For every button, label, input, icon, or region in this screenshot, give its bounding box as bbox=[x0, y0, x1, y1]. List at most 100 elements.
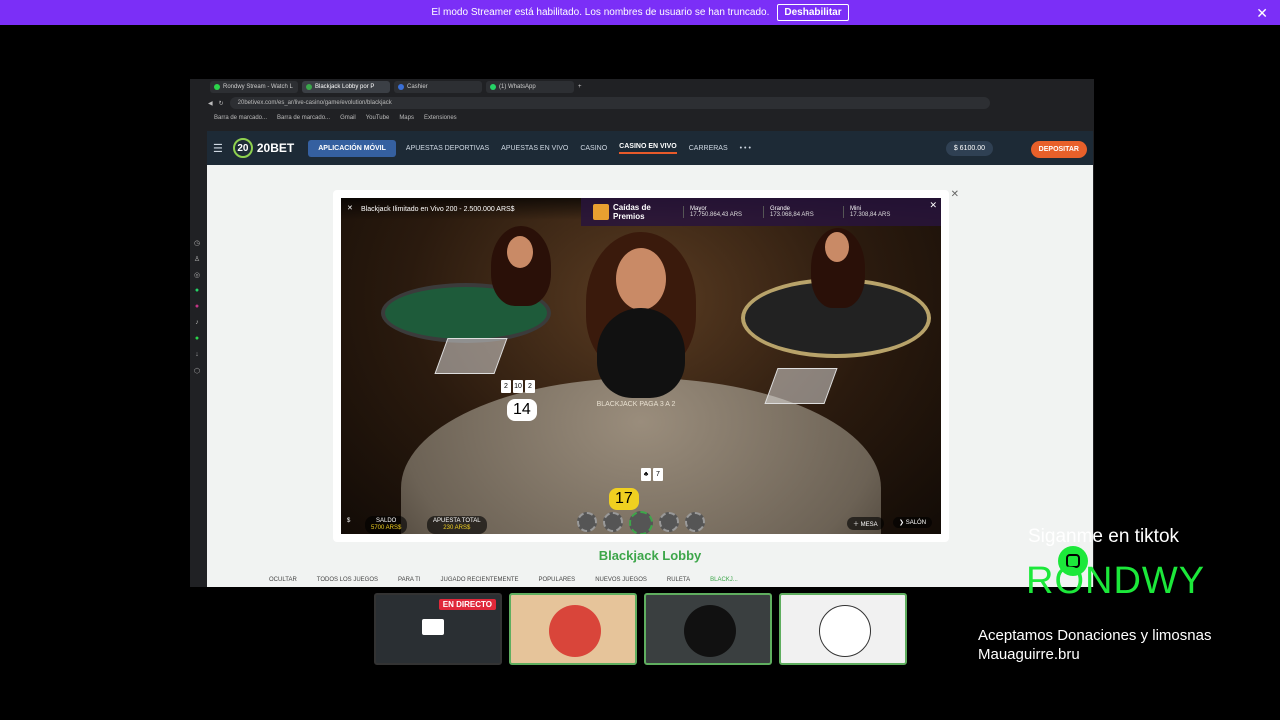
tab-for-you[interactable]: PARA TI bbox=[398, 577, 420, 583]
sidebar-icon[interactable]: ♙ bbox=[190, 255, 204, 271]
tab-cashier[interactable]: Cashier bbox=[394, 81, 482, 93]
menu-icon[interactable]: ☰ bbox=[213, 142, 223, 155]
chip-icon[interactable] bbox=[577, 512, 597, 532]
disable-streamer-button[interactable]: Deshabilitar bbox=[777, 4, 849, 21]
whatsapp-icon[interactable]: ● bbox=[190, 287, 204, 303]
site-icon bbox=[306, 84, 312, 90]
prize-drops-panel: Caídas de Premios Mayor 17.750.864,43 ARS… bbox=[581, 198, 941, 226]
dollar-icon[interactable]: $ bbox=[347, 518, 350, 524]
address-bar-row: ◀ ↻ 20betivex.com/es_ar/live-casino/game… bbox=[190, 95, 1094, 111]
thumbnail-avatar[interactable] bbox=[644, 593, 772, 665]
browser-window: Rondwy Stream - Watch L Blackjack Lobby … bbox=[190, 79, 1094, 587]
gift-icon bbox=[593, 204, 609, 220]
deposit-button[interactable]: DEPOSITAR bbox=[1030, 141, 1087, 158]
sidebar-icon[interactable]: ◷ bbox=[190, 239, 204, 255]
playing-card: 2 bbox=[525, 380, 535, 393]
lobby-filter-tabs: OCULTAR TODOS LOS JUEGOS PARA TI JUGADO … bbox=[269, 577, 1069, 583]
donation-text: Aceptamos Donaciones y limosnas Mauaguir… bbox=[978, 626, 1211, 664]
reload-icon[interactable]: ↻ bbox=[219, 100, 224, 107]
bookmark-item[interactable]: Barra de marcado... bbox=[214, 115, 267, 121]
dealer-score: 17 bbox=[609, 488, 639, 510]
close-game-icon[interactable]: ✕ bbox=[951, 189, 959, 200]
tab-recently-played[interactable]: JUGADO RECIENTEMENTE bbox=[440, 577, 518, 583]
more-menu[interactable]: • • • bbox=[740, 145, 751, 152]
bookmark-youtube[interactable]: YouTube bbox=[366, 115, 390, 121]
tab-blackjack-lobby[interactable]: Blackjack Lobby por P bbox=[302, 81, 390, 93]
chip-icon[interactable] bbox=[685, 512, 705, 532]
lobby-title: Blackjack Lobby bbox=[598, 548, 702, 563]
thumbnail-avatar[interactable] bbox=[509, 593, 637, 665]
sidebar-icon[interactable]: ⬡ bbox=[190, 367, 204, 383]
bookmarks-bar: Barra de marcado... Barra de marcado... … bbox=[190, 111, 1094, 125]
dealer-dress bbox=[597, 308, 685, 398]
sidebar-icon[interactable]: ● bbox=[190, 335, 204, 351]
tab-new-games[interactable]: NUEVOS JUEGOS bbox=[595, 577, 647, 583]
banner-message: El modo Streamer está habilitado. Los no… bbox=[431, 7, 770, 18]
dealer-face bbox=[825, 232, 849, 262]
game-bottom-bar: $ SALDO 5700 ARS$ APUESTA TOTAL 230 ARS$ ＋… bbox=[341, 511, 941, 534]
tab-rondwy-stream[interactable]: Rondwy Stream - Watch L bbox=[210, 81, 298, 93]
playing-card: ♣ bbox=[641, 468, 651, 481]
back-icon[interactable]: ◀ bbox=[208, 100, 213, 107]
chip-icon[interactable] bbox=[629, 511, 653, 534]
game-title: Blackjack Ilimitado en Vivo 200 - 2.500.… bbox=[361, 205, 515, 213]
chip-icon[interactable] bbox=[603, 512, 623, 532]
site-header: ☰ 20 20BET APLICACIÓN MÓVIL APUESTAS DEPO… bbox=[207, 131, 1093, 165]
nav-sports-betting[interactable]: APUESTAS DEPORTIVAS bbox=[406, 145, 489, 152]
card-shoe bbox=[434, 338, 508, 374]
donation-line: Aceptamos Donaciones y limosnas bbox=[978, 627, 1212, 644]
tab-blackjack[interactable]: BLACKJ... bbox=[710, 577, 738, 583]
sidebar-icon[interactable]: ◎ bbox=[190, 271, 204, 287]
tab-whatsapp[interactable]: (1) WhatsApp bbox=[486, 81, 574, 93]
site-logo[interactable]: 20 20BET bbox=[232, 138, 294, 158]
tab-popular[interactable]: POPULARES bbox=[539, 577, 576, 583]
chip-icon[interactable] bbox=[659, 512, 679, 532]
close-icon[interactable]: ✕ bbox=[929, 200, 937, 211]
tiktok-icon[interactable]: ♪ bbox=[190, 319, 204, 335]
playing-card: 7 bbox=[653, 468, 663, 481]
close-icon[interactable]: ✕ bbox=[1256, 5, 1268, 22]
tab-all-games[interactable]: TODOS LOS JUEGOS bbox=[317, 577, 378, 583]
streamer-mode-banner: El modo Streamer está habilitado. Los no… bbox=[0, 0, 1280, 25]
twitch-icon bbox=[214, 84, 220, 90]
prize-grand: Grande 173.068,84 ARS bbox=[763, 206, 843, 218]
total-bet-pill: APUESTA TOTAL 230 ARS$ bbox=[427, 516, 487, 534]
close-icon[interactable]: ✕ bbox=[347, 204, 353, 212]
player-score: 14 bbox=[507, 399, 537, 421]
logo-mark: 20 bbox=[232, 138, 253, 158]
playing-card: 10 bbox=[513, 380, 523, 393]
url-field[interactable]: 20betivex.com/es_ar/live-casino/game/evo… bbox=[229, 97, 990, 109]
thumbnail-avatar[interactable] bbox=[779, 593, 907, 665]
table-button[interactable]: ＋ MESA bbox=[847, 517, 884, 530]
hide-button[interactable]: OCULTAR bbox=[269, 577, 297, 583]
tab-bar: Rondwy Stream - Watch L Blackjack Lobby … bbox=[190, 79, 1094, 95]
balance-display[interactable]: $ 6100.00 bbox=[945, 141, 993, 156]
bookmark-maps[interactable]: Maps bbox=[399, 115, 414, 121]
donation-handle: Mauaguirre.bru bbox=[978, 646, 1080, 663]
card-shoe bbox=[764, 368, 838, 404]
instagram-icon[interactable]: ● bbox=[190, 303, 204, 319]
streamer-handle: RONDWY bbox=[1026, 560, 1206, 602]
new-tab-button[interactable]: + bbox=[578, 84, 582, 90]
lobby-button[interactable]: ❯ SALÓN bbox=[893, 517, 933, 528]
nav-races[interactable]: CARRERAS bbox=[689, 145, 728, 152]
prize-major: Mayor 17.750.864,43 ARS bbox=[683, 206, 763, 218]
bookmark-gmail[interactable]: Gmail bbox=[340, 115, 356, 121]
dealer-face bbox=[507, 236, 533, 268]
nav-live-casino[interactable]: CASINO EN VIVO bbox=[619, 143, 677, 154]
tiktok-prompt: Siganme en tiktok bbox=[1028, 526, 1180, 547]
site-icon bbox=[398, 84, 404, 90]
bookmark-extensions[interactable]: Extensiones bbox=[424, 115, 457, 121]
table-label: BLACKJACK PAGA 3 A 2 bbox=[596, 401, 676, 408]
thumbnail-live[interactable]: EN DIRECTO bbox=[374, 593, 502, 665]
tab-roulette[interactable]: RULETA bbox=[667, 577, 690, 583]
mobile-app-button[interactable]: APLICACIÓN MÓVIL bbox=[308, 139, 396, 157]
download-icon[interactable]: ↓ bbox=[190, 351, 204, 367]
live-badge: EN DIRECTO bbox=[438, 599, 496, 610]
browser-sidebar: ◷ ♙ ◎ ● ● ♪ ● ↓ ⬡ bbox=[190, 239, 204, 383]
nav-casino[interactable]: CASINO bbox=[580, 145, 607, 152]
live-video[interactable]: BLACKJACK PAGA 3 A 2 2 10 2 14 ♣ 7 17 ✕ … bbox=[341, 198, 941, 534]
nav-live-betting[interactable]: APUESTAS EN VIVO bbox=[501, 145, 568, 152]
screen-icon bbox=[422, 619, 444, 635]
bookmark-item[interactable]: Barra de marcado... bbox=[277, 115, 330, 121]
